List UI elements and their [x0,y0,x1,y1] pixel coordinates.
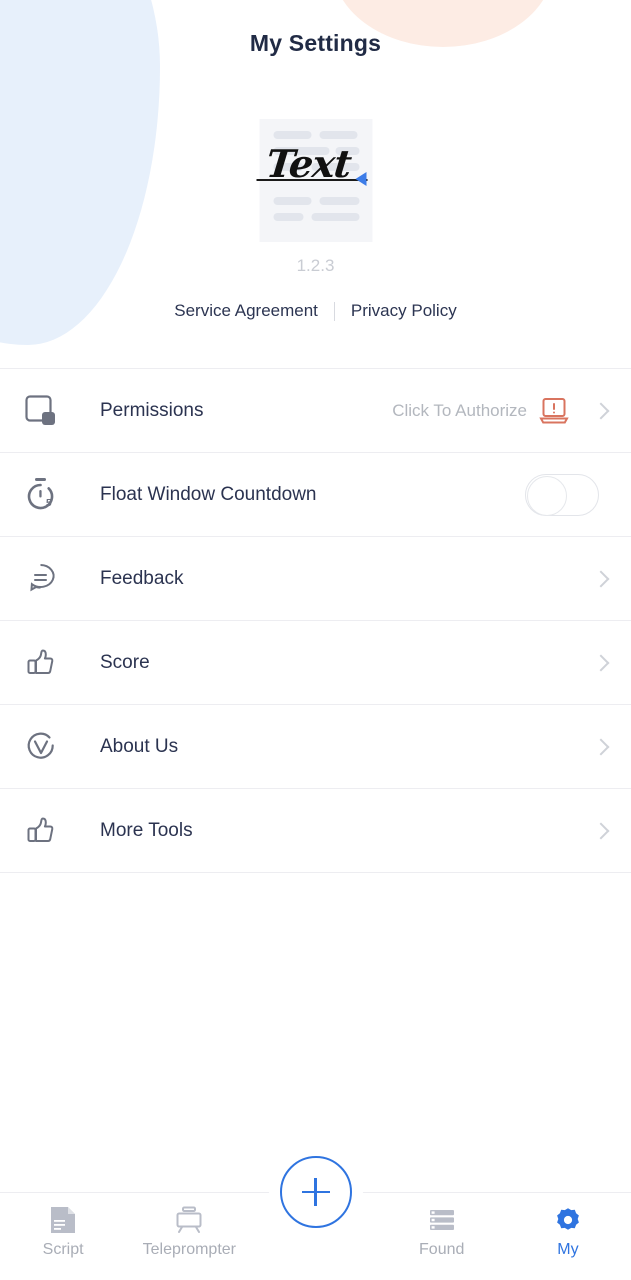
legal-links: Service Agreement Privacy Policy [0,301,631,321]
permissions-square-icon [24,394,76,428]
toggle-knob [527,475,567,516]
page-title: My Settings [249,30,382,56]
svg-text:5: 5 [46,498,52,509]
settings-list: Permissions Click To Authorize 5 Float W… [0,368,631,873]
chevron-right-icon [592,402,610,419]
gear-icon [554,1205,582,1235]
tab-script[interactable]: Script [0,1193,126,1280]
tab-found[interactable]: Found [379,1193,505,1280]
settings-row-label: About Us [100,735,179,757]
logo-placeholder-bar [273,197,311,205]
chevron-right-icon [592,654,610,671]
settings-row-more-tools[interactable]: More Tools [0,789,631,873]
chevron-right-icon [592,822,610,839]
stopwatch-countdown-icon: 5 [24,477,76,513]
thumbs-up-icon [24,814,76,848]
logo-placeholder-bar [273,213,303,221]
settings-row-score[interactable]: Score [0,621,631,705]
service-agreement-link[interactable]: Service Agreement [174,301,318,321]
list-rows-icon [428,1205,456,1235]
script-document-icon [49,1205,77,1235]
settings-screen: My Settings Text 1.2.3 Service Agreement… [0,0,631,1280]
tab-label: Script [42,1241,84,1258]
settings-row-feedback[interactable]: Feedback [0,537,631,621]
tab-label: Found [419,1241,465,1258]
app-logo: Text [256,119,372,242]
logo-wordmark: Text [263,141,353,186]
teleprompter-icon [174,1205,204,1235]
chevron-right-icon [592,570,610,587]
app-version: 1.2.3 [296,256,335,275]
blue-triangle-marker [355,172,366,186]
laptop-warning-icon [539,397,569,425]
logo-placeholder-bar [273,131,311,139]
privacy-policy-link[interactable]: Privacy Policy [351,301,457,321]
logo-placeholder-bar [319,131,357,139]
permissions-status-text: Click To Authorize [392,400,527,420]
tab-my[interactable]: My [505,1193,631,1280]
settings-row-permissions[interactable]: Permissions Click To Authorize [0,369,631,453]
plus-icon [314,1178,317,1206]
logo-placeholder-bar [319,197,359,205]
settings-row-float-window-countdown[interactable]: 5 Float Window Countdown [0,453,631,537]
link-divider [333,301,335,321]
settings-row-label: Feedback [100,567,184,589]
tab-label: My [557,1241,579,1258]
settings-row-label: More Tools [100,819,193,841]
add-button[interactable] [279,1156,352,1228]
settings-row-about-us[interactable]: About Us [0,705,631,789]
tab-label: Teleprompter [142,1241,236,1258]
settings-row-label: Permissions [100,399,204,421]
speech-bubble-icon [24,562,76,596]
float-window-countdown-toggle[interactable] [525,473,599,516]
chevron-right-icon [592,738,610,755]
settings-row-label: Float Window Countdown [100,483,317,505]
settings-row-label: Score [100,651,150,673]
logo-placeholder-bar [311,213,359,221]
tab-teleprompter[interactable]: Teleprompter [126,1193,252,1280]
circle-check-icon [24,730,76,764]
thumbs-up-icon [24,646,76,680]
